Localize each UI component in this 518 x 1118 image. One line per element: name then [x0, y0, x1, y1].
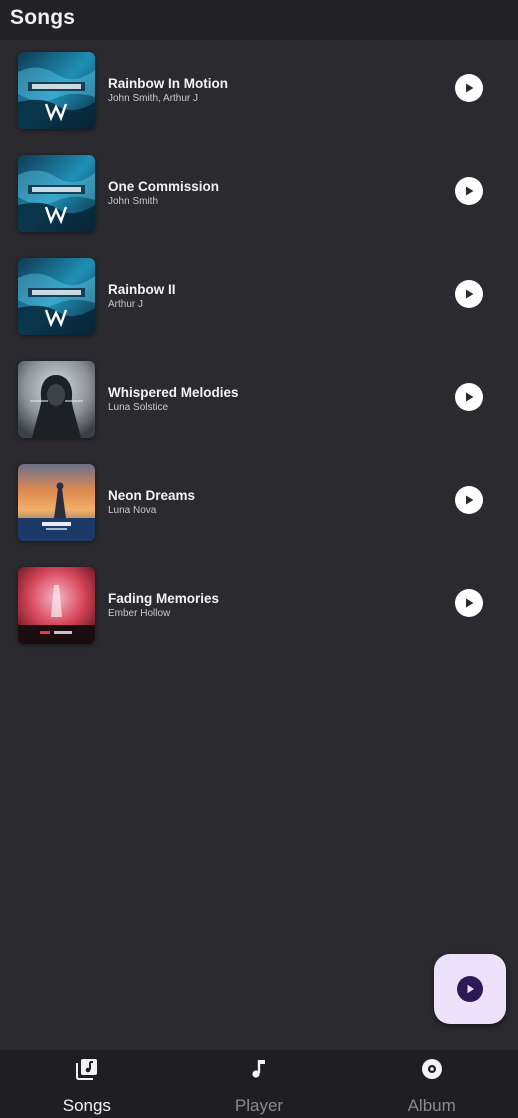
- disc-icon: [420, 1057, 444, 1081]
- song-text: Rainbow In Motion John Smith, Arthur J: [108, 76, 428, 106]
- song-text: Fading Memories Ember Hollow: [108, 591, 428, 621]
- song-artist: John Smith: [108, 196, 159, 207]
- nav-item-album[interactable]: Album: [345, 1050, 518, 1118]
- blue-cover-art-icon: [18, 155, 95, 232]
- play-icon: [466, 495, 474, 505]
- song-list-item[interactable]: Fading Memories Ember Hollow: [0, 561, 518, 664]
- play-button[interactable]: [455, 280, 483, 308]
- album-cover: [18, 567, 95, 644]
- nav-label-songs: Songs: [62, 1096, 111, 1115]
- play-button[interactable]: [455, 177, 483, 205]
- song-text: Whispered Melodies Luna Solstice: [108, 385, 428, 415]
- play-icon: [466, 289, 474, 299]
- music-library-icon: [75, 1057, 99, 1081]
- play-icon: [467, 984, 474, 994]
- song-list-item[interactable]: Rainbow II Arthur J: [0, 252, 518, 355]
- play-icon: [466, 598, 474, 608]
- song-title: Whispered Melodies: [108, 385, 239, 400]
- song-list: Rainbow In Motion John Smith, Arthur J O…: [0, 46, 518, 664]
- blue-cover-art-icon: [18, 52, 95, 129]
- song-artist: Ember Hollow: [108, 608, 171, 619]
- song-title: Neon Dreams: [108, 488, 196, 503]
- song-text: One Commission John Smith: [108, 179, 428, 209]
- song-title: Rainbow II: [108, 282, 176, 297]
- play-icon: [466, 83, 474, 93]
- song-text: Neon Dreams Luna Nova: [108, 488, 428, 518]
- nav-label-album: Album: [407, 1096, 456, 1115]
- songs-screen: Songs Rainbow In Motion John Smith, Arth…: [0, 0, 518, 1118]
- music-note-icon: [247, 1057, 271, 1081]
- play-button[interactable]: [455, 486, 483, 514]
- song-title: Fading Memories: [108, 591, 220, 606]
- song-artist: Luna Solstice: [108, 402, 169, 413]
- song-list-item[interactable]: One Commission John Smith: [0, 149, 518, 252]
- bottom-navigation: Songs Player Album: [0, 1050, 518, 1118]
- album-cover: [18, 361, 95, 438]
- nav-item-songs[interactable]: Songs: [0, 1050, 173, 1118]
- song-artist: Arthur J: [108, 299, 144, 310]
- song-title: One Commission: [108, 179, 220, 194]
- play-icon: [466, 186, 474, 196]
- play-icon: [466, 392, 474, 402]
- top-app-bar: Songs: [0, 0, 518, 40]
- song-list-item[interactable]: Neon Dreams Luna Nova: [0, 458, 518, 561]
- album-cover: [18, 464, 95, 541]
- fab-icon-circle: [457, 976, 483, 1002]
- album-cover: [18, 258, 95, 335]
- song-title: Rainbow In Motion: [108, 76, 228, 91]
- floating-play-button[interactable]: [434, 954, 506, 1024]
- play-button[interactable]: [455, 74, 483, 102]
- song-artist: Luna Nova: [108, 505, 157, 516]
- album-cover: [18, 155, 95, 232]
- play-button[interactable]: [455, 589, 483, 617]
- song-list-item[interactable]: Rainbow In Motion John Smith, Arthur J: [0, 46, 518, 149]
- sunset-figure-cover-icon: [18, 464, 95, 541]
- play-button[interactable]: [455, 383, 483, 411]
- nav-label-player: Player: [234, 1096, 284, 1115]
- red-pink-cover-icon: [18, 567, 95, 644]
- hooded-figure-cover-icon: [18, 361, 95, 438]
- song-text: Rainbow II Arthur J: [108, 282, 428, 312]
- blue-cover-art-icon: [18, 258, 95, 335]
- nav-item-player[interactable]: Player: [173, 1050, 346, 1118]
- album-cover: [18, 52, 95, 129]
- page-title: Songs: [10, 6, 76, 29]
- song-list-item[interactable]: Whispered Melodies Luna Solstice: [0, 355, 518, 458]
- song-artist: John Smith, Arthur J: [108, 93, 199, 104]
